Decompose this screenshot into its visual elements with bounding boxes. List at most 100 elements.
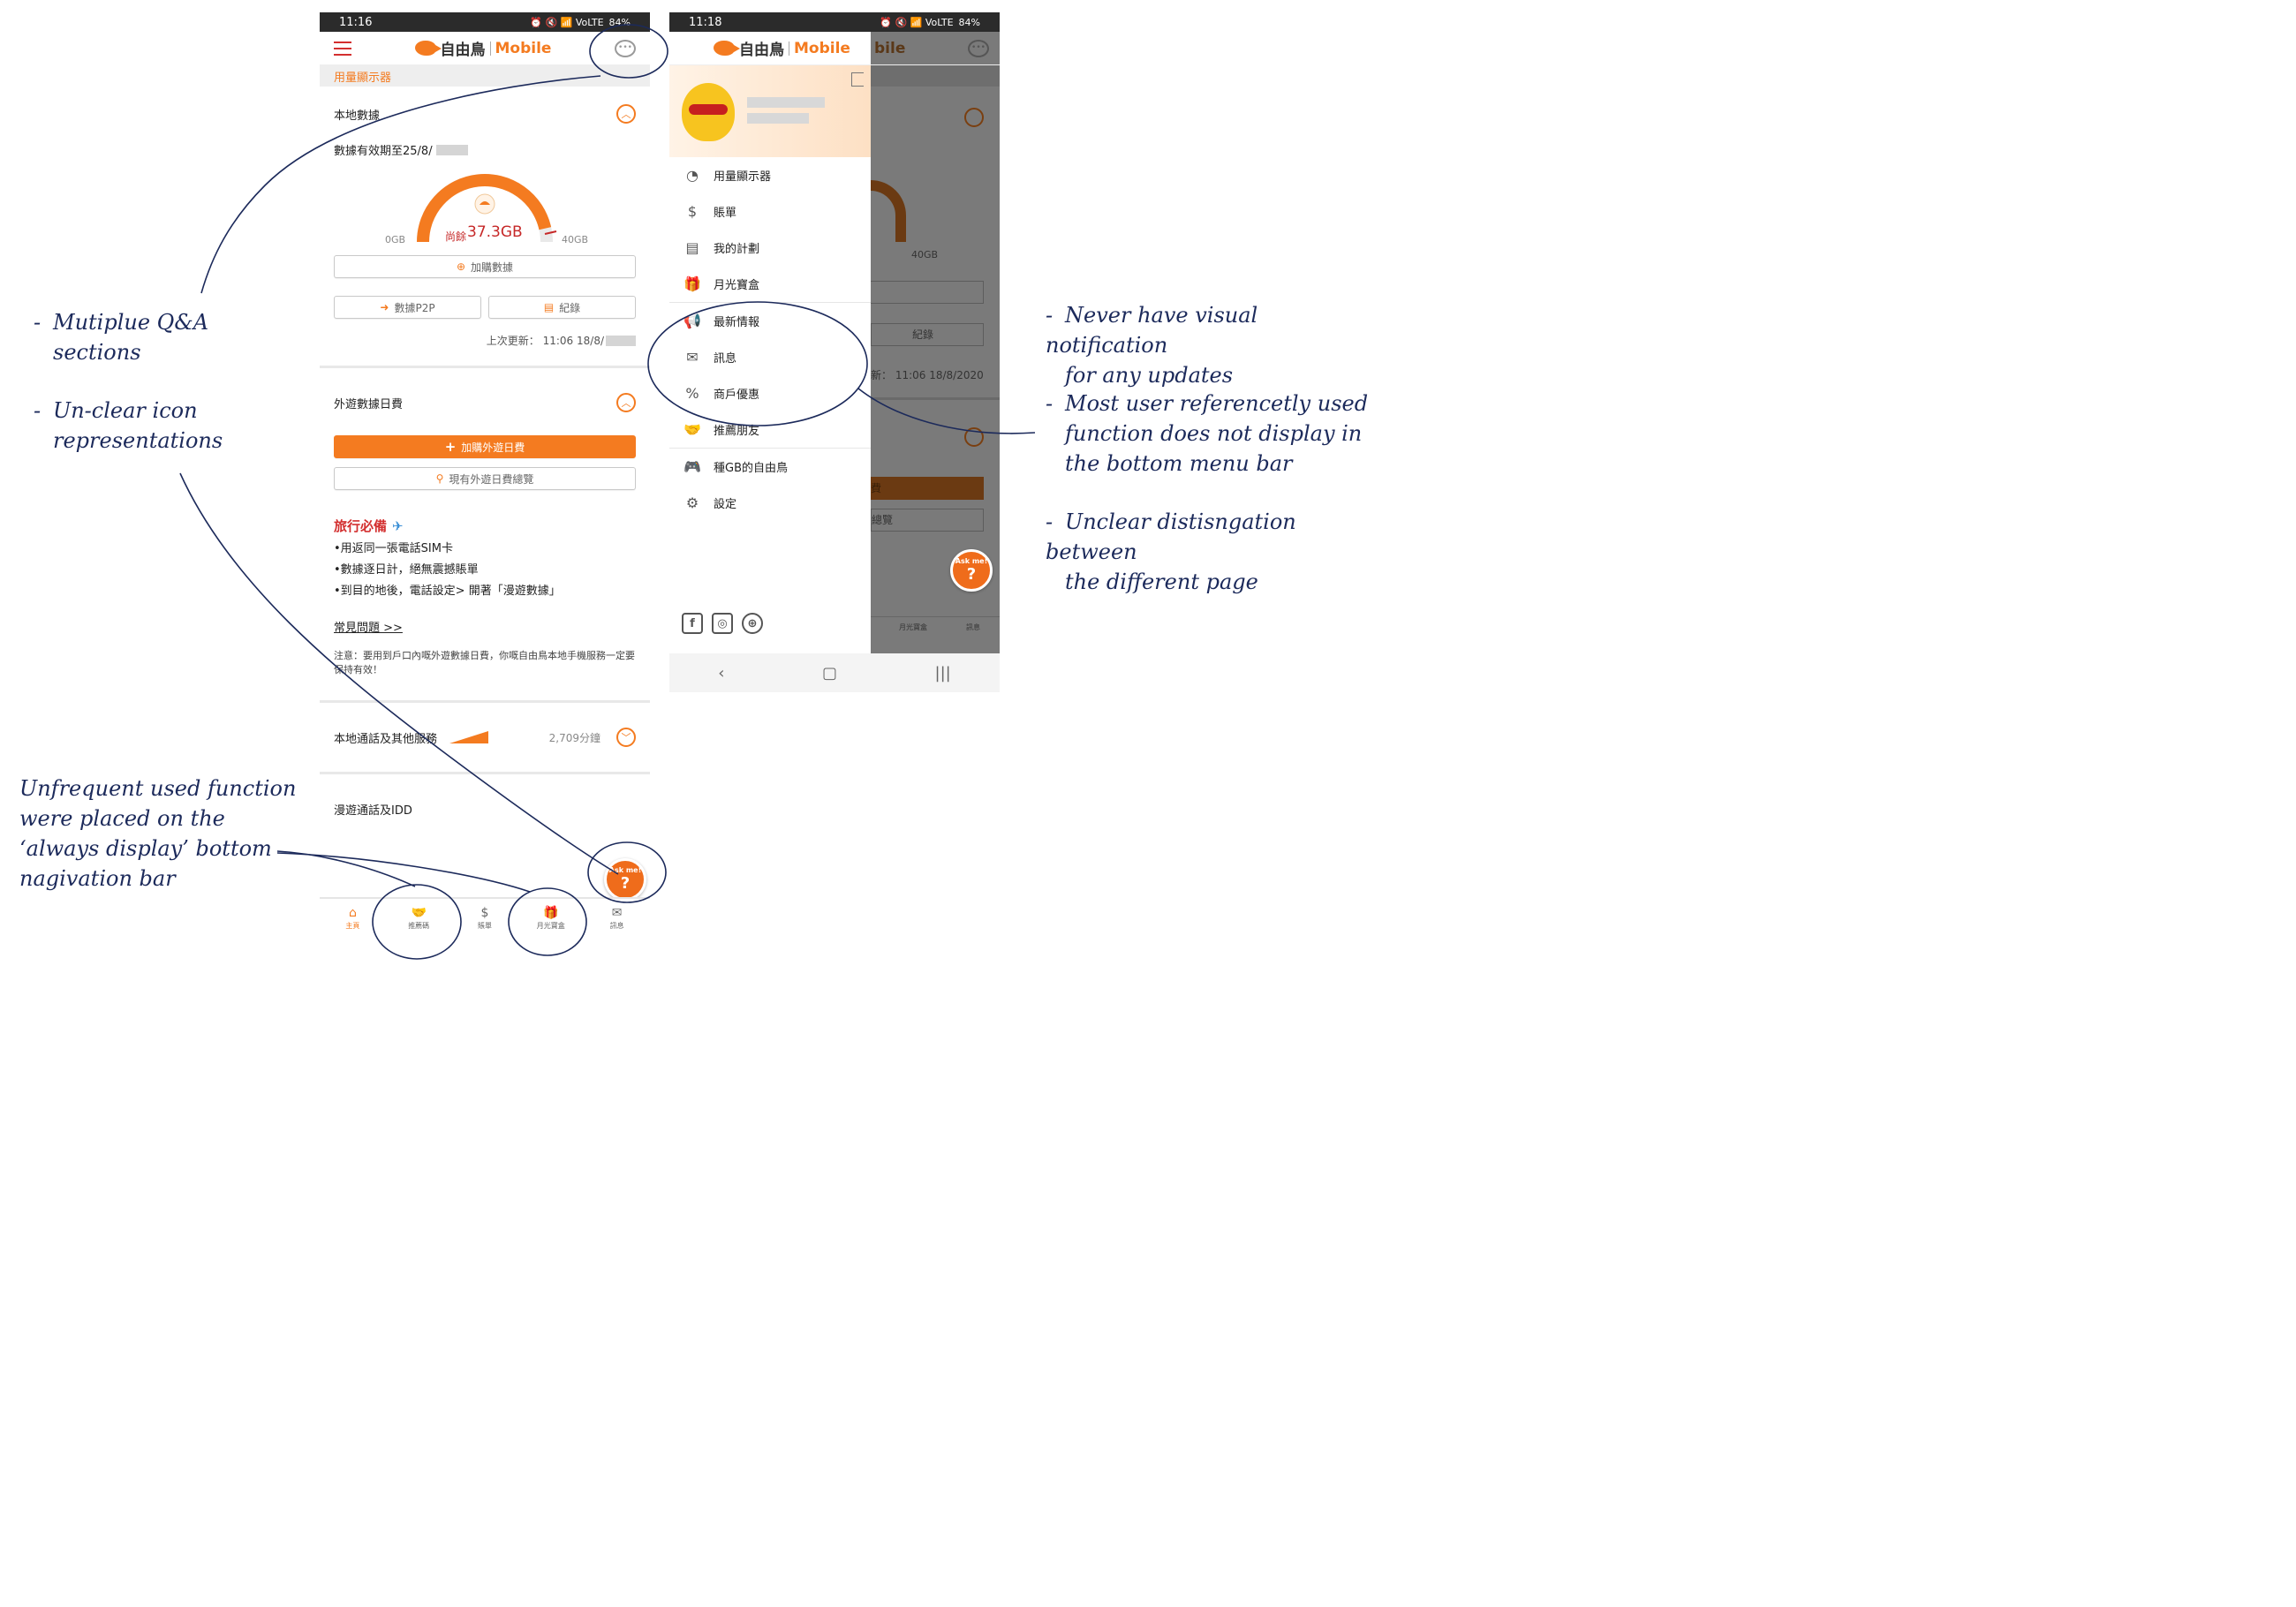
menu-item-label: 月光寶盒 xyxy=(714,279,760,292)
instagram-icon[interactable]: ◎ xyxy=(712,613,733,634)
annotation-unclear-icons: - Un-clear icon representations xyxy=(34,398,223,453)
nav-gift-box[interactable]: 🎁 月光寶盒 xyxy=(517,899,584,938)
brand-logo: 自由鳥 Mobile xyxy=(414,37,552,59)
gauge-max-label: 40GB xyxy=(562,234,589,245)
nav-bill[interactable]: $ 賬單 xyxy=(452,899,518,938)
chat-bubble-icon[interactable]: ••• xyxy=(614,39,636,57)
menu-item[interactable]: 🎮 種GB的自由鳥 xyxy=(669,449,871,485)
records-button[interactable]: ▤ 紀錄 xyxy=(488,296,636,319)
menu-item[interactable]: $ 賬單 xyxy=(669,193,871,230)
data-validity: 數據有效期至25/8/ xyxy=(334,145,433,158)
status-bar: 11:16 ⏰ 🔇 📶 VoLTE 84% xyxy=(320,12,650,32)
menu-item[interactable]: ▤ 我的計劃 xyxy=(669,230,871,266)
envelope-icon: ✉ xyxy=(611,905,623,920)
redacted-name xyxy=(747,97,825,108)
dimmed-page-overlay[interactable]: 40GB 紀錄 新： 11:06 18/8/2020 費 總覽 月光寶盒 訊息 … xyxy=(871,65,1000,653)
menu-item-icon: ◔ xyxy=(686,167,699,184)
left-phone-screen: 11:16 ⏰ 🔇 📶 VoLTE 84% 自由鳥 Mobile ••• 用量顯… xyxy=(320,12,650,957)
menu-group-other: 🎮 種GB的自由鳥 ⚙ 設定 xyxy=(669,449,871,521)
recent-apps-icon[interactable]: ||| xyxy=(935,664,951,683)
status-time: 11:18 xyxy=(689,15,722,29)
local-calls-header[interactable]: 本地通話及其他服務 2,709分鐘 ﹀ xyxy=(320,728,650,747)
nav-home[interactable]: ⌂ 主頁 xyxy=(320,899,386,938)
system-navigation-bar: ‹ ▢ ||| xyxy=(669,653,1000,692)
annotation-bottom-nav: Unfrequent used function were placed on … xyxy=(19,776,297,891)
local-data-header[interactable]: 本地數據 ︿ xyxy=(320,104,650,124)
data-p2p-button[interactable]: ➜ 數據P2P xyxy=(334,296,481,319)
status-icons: ⏰ 🔇 📶 VoLTE xyxy=(530,16,604,28)
facebook-icon[interactable]: f xyxy=(682,613,703,634)
menu-item[interactable]: 🤝 推薦朋友 xyxy=(669,411,871,448)
remaining-prefix: 尚餘 xyxy=(445,230,467,243)
menu-item-label: 賬單 xyxy=(714,207,737,220)
menu-item-label: 用量顯示器 xyxy=(714,170,772,184)
menu-item-icon: $ xyxy=(687,203,698,220)
menu-item[interactable]: ✉ 訊息 xyxy=(669,339,871,375)
page-title: 用量顯示器 xyxy=(320,65,650,87)
nav-referral[interactable]: 🤝 推薦碼 xyxy=(386,899,452,938)
back-icon[interactable]: ‹ xyxy=(718,664,724,683)
roaming-notice: 注意：要用到戶口內嘅外遊數據日費，你嘅自由鳥本地手機服務一定要保持有效！ xyxy=(334,650,635,675)
bill-icon: $ xyxy=(480,905,489,920)
ask-me-chatbot-button[interactable]: Ask me! ? xyxy=(604,858,646,901)
chevron-up-icon[interactable]: ︿ xyxy=(616,393,636,412)
annotation-qa-sections: - Mutiplue Q&A sections xyxy=(34,310,209,365)
data-gauge: 0GB 40GB 尚餘 37.3GB xyxy=(320,158,650,255)
gb-plus-icon: ⊕ xyxy=(456,260,466,273)
roaming-idd-header[interactable]: 漫遊通話及IDD xyxy=(320,801,650,818)
menu-item-icon: 🎁 xyxy=(684,275,701,292)
menu-item-label: 推薦朋友 xyxy=(714,425,760,438)
app-header: 自由鳥 Mobile ••• xyxy=(320,32,650,65)
logout-icon[interactable] xyxy=(851,72,864,87)
menu-item[interactable]: ⚙ 設定 xyxy=(669,485,871,521)
status-bar: 11:18 ⏰ 🔇 📶 VoLTE 84% xyxy=(669,12,1000,32)
menu-item[interactable]: ◔ 用量顯示器 xyxy=(669,157,871,193)
chevron-down-icon[interactable]: ﹀ xyxy=(616,728,636,747)
menu-item-icon: 📢 xyxy=(684,313,701,329)
ask-me-chatbot-button[interactable]: Ask me!? xyxy=(950,549,993,592)
menu-item-label: 商戶優惠 xyxy=(714,389,760,402)
menu-item-label: 訊息 xyxy=(714,352,737,366)
redacted-number xyxy=(747,113,809,124)
bird-logo-icon xyxy=(414,41,442,56)
menu-item[interactable]: 📢 最新情報 xyxy=(669,303,871,339)
menu-item[interactable]: 🎁 月光寶盒 xyxy=(669,266,871,302)
menu-group-account: ◔ 用量顯示器 $ 賬單 ▤ 我的計劃 🎁 月光寶盒 xyxy=(669,157,871,302)
avatar xyxy=(682,83,735,141)
annotation-frequent-functions: - Most user referencetly used function do… xyxy=(1046,391,1369,476)
local-calls-title: 本地通話及其他服務 xyxy=(334,732,438,746)
remaining-value: 37.3GB xyxy=(467,223,523,241)
plus-icon: + xyxy=(444,439,457,455)
buy-data-button[interactable]: ⊕ 加購數據 xyxy=(334,255,636,278)
battery-level: 84% xyxy=(958,16,980,28)
gauge-min-label: 0GB xyxy=(385,234,406,245)
faq-link[interactable]: 常見問題 >> xyxy=(334,618,636,635)
airplane-icon: ✈ xyxy=(392,517,404,534)
menu-item-icon: ⚙ xyxy=(685,494,699,511)
buy-roaming-button[interactable]: + 加購外遊日費 xyxy=(334,435,636,458)
roaming-overview-button[interactable]: ⚲ 現有外遊日費總覽 xyxy=(334,467,636,490)
gb-transfer-icon: ➜ xyxy=(380,301,389,313)
travel-tip: •用返同一張電話SIM卡 xyxy=(334,542,453,555)
battery-level: 84% xyxy=(608,16,631,28)
right-phone-screen: 11:18 ⏰ 🔇 📶 VoLTE 84% bile ••• 自由鳥 Mobil… xyxy=(669,12,1000,692)
roaming-header[interactable]: 外遊數據日費 ︿ xyxy=(320,393,650,412)
logo-chinese: 自由鳥 xyxy=(440,41,486,59)
chevron-up-icon[interactable]: ︿ xyxy=(616,104,636,124)
bird-logo-icon xyxy=(714,41,740,56)
globe-icon[interactable]: ⊕ xyxy=(742,613,763,634)
roaming-title: 外遊數據日費 xyxy=(334,397,404,411)
menu-item-label: 設定 xyxy=(714,498,737,511)
annotation-page-distinction: - Unclear distisngation between the diffe… xyxy=(1046,509,1296,594)
home-button-icon[interactable]: ▢ xyxy=(822,664,837,683)
annotation-no-notification: - Never have visual notification for any … xyxy=(1046,303,1258,388)
nav-messages[interactable]: ✉ 訊息 xyxy=(584,899,650,938)
menu-item[interactable]: % 商戶優惠 xyxy=(669,375,871,411)
local-data-title: 本地數據 xyxy=(334,109,381,123)
local-calls-value: 2,709分鐘 xyxy=(548,731,600,744)
search-icon: ⚲ xyxy=(435,472,444,485)
menu-item-icon: ✉ xyxy=(686,349,699,366)
menu-icon[interactable] xyxy=(334,41,351,56)
menu-item-icon: % xyxy=(685,385,699,402)
logo-english: Mobile xyxy=(495,39,552,57)
